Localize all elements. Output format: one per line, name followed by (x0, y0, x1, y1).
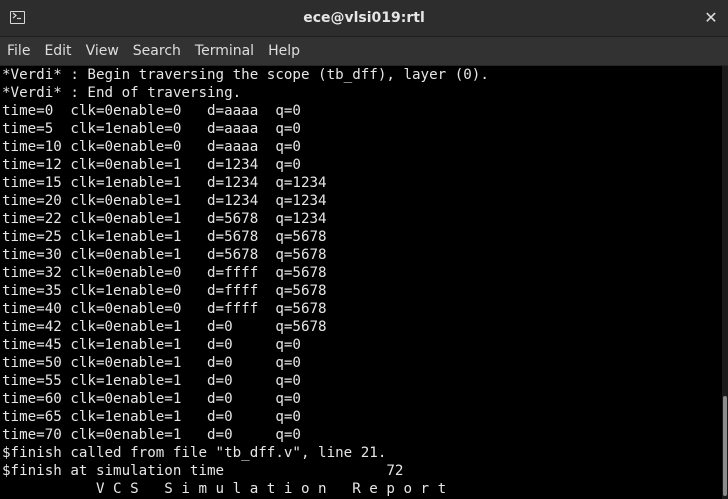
menu-bar: File Edit View Search Terminal Help (0, 37, 728, 66)
terminal-line: $finish called from file "tb_dff.v", lin… (2, 445, 387, 461)
menu-terminal[interactable]: Terminal (188, 37, 261, 66)
terminal-line: time=35 clk=1enable=0 d=ffff q=5678 (2, 283, 327, 299)
close-icon[interactable]: ✕ (702, 9, 720, 27)
terminal-line: time=70 clk=0enable=1 d=0 q=0 (2, 427, 301, 443)
terminal-line: time=15 clk=1enable=1 d=1234 q=1234 (2, 175, 327, 191)
terminal-line: time=42 clk=0enable=1 d=0 q=5678 (2, 319, 327, 335)
menu-file[interactable]: File (0, 37, 37, 66)
terminal-line: time=12 clk=0enable=1 d=1234 q=0 (2, 157, 301, 173)
terminal-line: time=65 clk=1enable=1 d=0 q=0 (2, 409, 301, 425)
terminal-line: $finish at simulation time 72 (2, 463, 404, 479)
terminal-line: time=55 clk=1enable=1 d=0 q=0 (2, 373, 301, 389)
terminal-line: *Verdi* : End of traversing. (2, 85, 242, 101)
scrollbar-thumb[interactable] (723, 396, 727, 496)
terminal-line: time=22 clk=0enable=1 d=5678 q=1234 (2, 211, 327, 227)
vertical-scrollbar[interactable] (722, 66, 728, 499)
terminal-line: time=20 clk=0enable=1 d=1234 q=1234 (2, 193, 327, 209)
menu-edit[interactable]: Edit (37, 37, 78, 66)
terminal-line: time=5 clk=1enable=0 d=aaaa q=0 (2, 121, 301, 137)
terminal-output[interactable]: *Verdi* : Begin traversing the scope (tb… (0, 66, 722, 499)
terminal-line: time=40 clk=0enable=0 d=ffff q=5678 (2, 301, 327, 317)
terminal-line: time=0 clk=0enable=0 d=aaaa q=0 (2, 103, 301, 119)
terminal-line: time=10 clk=0enable=0 d=aaaa q=0 (2, 139, 301, 155)
terminal-window: ece@vlsi019:rtl ✕ File Edit View Search … (0, 0, 728, 499)
terminal-line: time=30 clk=0enable=1 d=5678 q=5678 (2, 247, 327, 263)
terminal-line: time=45 clk=1enable=1 d=0 q=0 (2, 337, 301, 353)
terminal-line: V C S S i m u l a t i o n R e p o r t (2, 481, 447, 497)
menu-help[interactable]: Help (261, 37, 307, 66)
window-title: ece@vlsi019:rtl (303, 10, 425, 26)
terminal-line: time=25 clk=1enable=1 d=5678 q=5678 (2, 229, 327, 245)
terminal-line: *Verdi* : Begin traversing the scope (tb… (2, 67, 489, 83)
title-bar[interactable]: ece@vlsi019:rtl ✕ (0, 0, 728, 37)
terminal-line: time=50 clk=0enable=1 d=0 q=0 (2, 355, 301, 371)
terminal-line: time=32 clk=0enable=0 d=ffff q=5678 (2, 265, 327, 281)
menu-search[interactable]: Search (126, 37, 188, 66)
menu-view[interactable]: View (79, 37, 126, 66)
terminal-line: time=60 clk=0enable=1 d=0 q=0 (2, 391, 301, 407)
